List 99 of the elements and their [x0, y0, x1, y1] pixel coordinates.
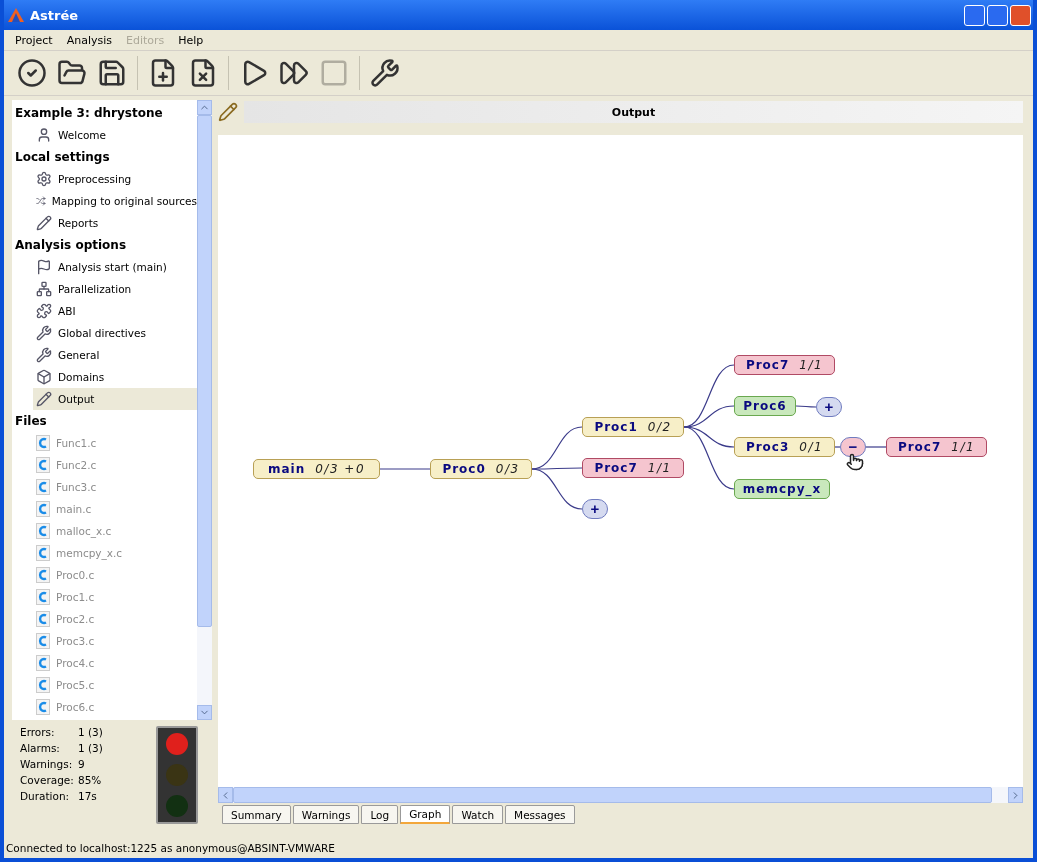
pencil-icon [36, 215, 52, 231]
alarm-ratio: 1/1 [799, 358, 824, 372]
window-title: Astrée [30, 7, 79, 23]
alarm-ratio: 1/1 [951, 440, 976, 454]
section-heading: Files [15, 413, 48, 430]
c-file-icon [36, 457, 50, 473]
sidebar-item[interactable]: Global directives [33, 322, 197, 344]
sidebar-item[interactable]: Domains [33, 366, 197, 388]
stat-value: 85% [78, 774, 103, 786]
flag-icon [36, 259, 52, 275]
stat-label: Coverage: [20, 774, 75, 786]
hand-cursor-icon [846, 453, 864, 471]
wrench-icon [36, 325, 52, 341]
function-node[interactable]: Proc6 [734, 396, 796, 416]
alarm-ratio: 1/1 [647, 461, 672, 475]
section-heading: Example 3: dhrystone [15, 105, 164, 122]
tab[interactable]: Log [361, 805, 399, 824]
tab[interactable]: Graph [400, 805, 451, 824]
alarm-ratio: 0/2 [647, 420, 672, 434]
alarm-ratio: 0/1 [799, 440, 824, 454]
function-node[interactable]: Proc1 0/2 [582, 417, 684, 437]
sidebar-item[interactable]: General [33, 344, 197, 366]
wrench-icon [36, 347, 52, 363]
panel-title: Output [244, 101, 1023, 123]
function-node[interactable]: Proc7 1/1 [582, 458, 684, 478]
c-file-icon [36, 589, 50, 605]
expand-toggle-button[interactable]: − [840, 437, 866, 457]
status-text: Connected to localhost:1225 as anonymous@ABSINT-VMWARE [6, 842, 335, 854]
function-name: main [267, 462, 306, 476]
function-node[interactable]: Proc3 0/1 [734, 437, 835, 457]
connector-line [795, 405, 817, 408]
tab[interactable]: Summary [222, 805, 291, 824]
menu-item[interactable]: Help [171, 33, 211, 47]
c-file-icon [36, 545, 50, 561]
menu-item[interactable]: Analysis [59, 33, 119, 47]
alarm-ratio: 0/3 [495, 462, 520, 476]
sidebar-item[interactable]: Preprocessing [33, 168, 197, 190]
tab[interactable]: Warnings [292, 805, 360, 824]
pencil-icon [218, 102, 238, 122]
user-icon [36, 127, 52, 143]
function-node[interactable]: Proc7 1/1 [734, 355, 835, 375]
sidebar-item[interactable]: Output [33, 388, 197, 410]
sidebar-item[interactable]: Welcome [33, 124, 197, 146]
function-name: Proc0 [442, 462, 486, 476]
sidebar-item[interactable]: ABI [33, 300, 197, 322]
stat-value: 17s [78, 790, 98, 802]
stat-label: Warnings: [20, 758, 74, 770]
function-name: Proc6 [743, 399, 787, 413]
arrows-icon [36, 193, 46, 209]
connector-line [865, 446, 887, 448]
function-node[interactable]: Proc7 1/1 [886, 437, 987, 457]
stat-value: 9 [78, 758, 86, 770]
c-file-icon [36, 699, 50, 715]
sidebar-item[interactable]: Parallelization [33, 278, 197, 300]
stat-label: Errors: [20, 726, 56, 738]
section-heading: Local settings [15, 149, 111, 166]
connector-line [379, 468, 431, 470]
tab[interactable]: Watch [452, 805, 504, 824]
c-file-icon [36, 677, 50, 693]
stat-label: Alarms: [20, 742, 61, 754]
c-file-icon [36, 633, 50, 649]
pencil-icon [36, 391, 52, 407]
sidebar-item[interactable]: Reports [33, 212, 197, 234]
function-name: memcpy_x [742, 482, 822, 496]
function-name: Proc7 [745, 358, 790, 372]
function-node[interactable]: memcpy_x [734, 479, 830, 499]
tab[interactable]: Messages [505, 805, 575, 824]
c-file-icon [36, 655, 50, 671]
sidebar-item[interactable]: Analysis start (main) [33, 256, 197, 278]
alarm-ratio: 0/3 +0 [315, 462, 366, 476]
app-logo-icon [8, 8, 24, 22]
minimize-button[interactable] [964, 4, 985, 26]
function-name: Proc7 [897, 440, 942, 454]
menu-item[interactable]: Project [8, 33, 60, 47]
c-file-icon [36, 611, 50, 627]
c-file-icon [36, 479, 50, 495]
puzzle-icon [36, 303, 52, 319]
connector-line [834, 446, 841, 448]
expand-toggle-button[interactable]: + [582, 499, 608, 519]
close-button[interactable] [1010, 4, 1031, 26]
c-file-icon [36, 435, 50, 451]
stat-label: Duration: [20, 790, 71, 802]
c-file-icon [36, 523, 50, 539]
c-file-icon [36, 501, 50, 517]
box-icon [36, 369, 52, 385]
function-name: Proc7 [594, 461, 638, 475]
sidebar-item[interactable]: Mapping to original sources [33, 190, 197, 212]
maximize-button[interactable] [987, 4, 1008, 26]
function-name: Proc3 [745, 440, 790, 454]
function-node[interactable]: main 0/3 +0 [253, 459, 380, 479]
expand-toggle-button[interactable]: + [816, 397, 842, 417]
stat-value: 1 (3) [78, 742, 104, 754]
function-node[interactable]: Proc0 0/3 [430, 459, 532, 479]
c-file-icon [36, 567, 50, 583]
gear-icon [36, 171, 52, 187]
stat-value: 1 (3) [78, 726, 104, 738]
function-name: Proc1 [594, 420, 638, 434]
section-heading: Analysis options [15, 237, 128, 254]
network-icon [36, 281, 52, 297]
